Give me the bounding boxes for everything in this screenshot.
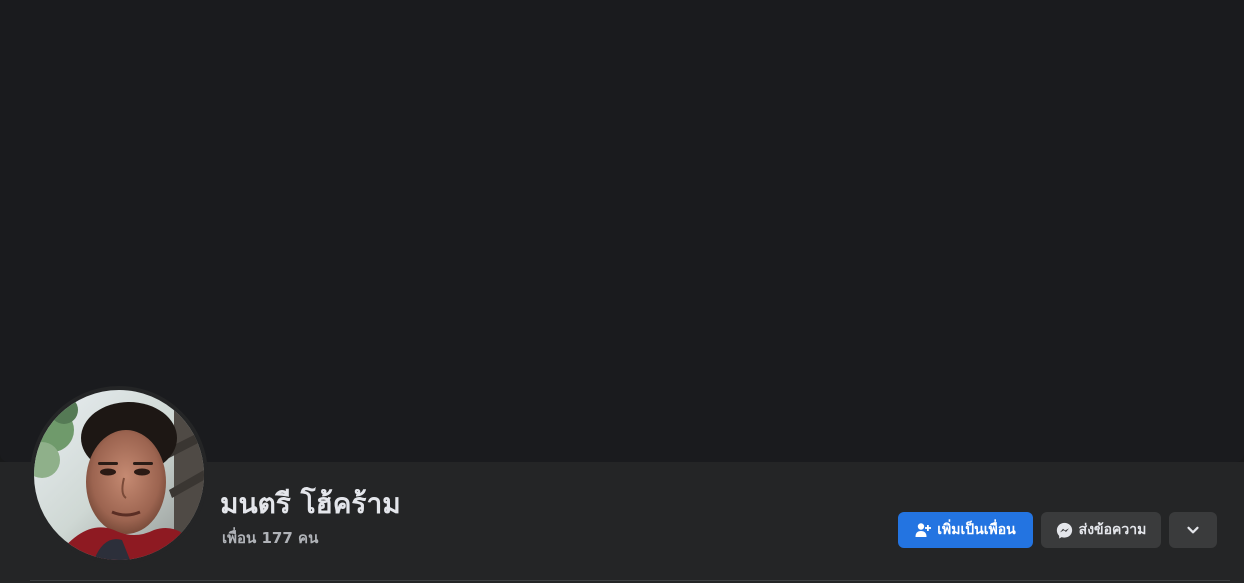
profile-page: มนตรี โฮ้คร้าม เพื่อน 177 คน เพิ่มเป็นเพ… xyxy=(0,0,1244,583)
avatar[interactable] xyxy=(34,390,204,560)
add-friend-icon xyxy=(915,522,932,538)
add-friend-button[interactable]: เพิ่มเป็นเพื่อน xyxy=(898,512,1033,548)
profile-avatar[interactable] xyxy=(30,386,208,564)
chevron-down-icon xyxy=(1186,523,1200,537)
header-divider xyxy=(30,580,1230,581)
send-message-label: ส่งข้อความ xyxy=(1078,522,1147,538)
add-friend-label: เพิ่มเป็นเพื่อน xyxy=(937,522,1016,538)
cover-photo-area[interactable] xyxy=(0,0,1244,462)
profile-name: มนตรี โฮ้คร้าม xyxy=(220,487,401,520)
friend-count[interactable]: เพื่อน 177 คน xyxy=(222,528,318,548)
messenger-icon xyxy=(1056,522,1073,539)
send-message-button[interactable]: ส่งข้อความ xyxy=(1041,512,1161,548)
profile-photo xyxy=(34,390,204,560)
more-options-button[interactable] xyxy=(1169,512,1217,548)
